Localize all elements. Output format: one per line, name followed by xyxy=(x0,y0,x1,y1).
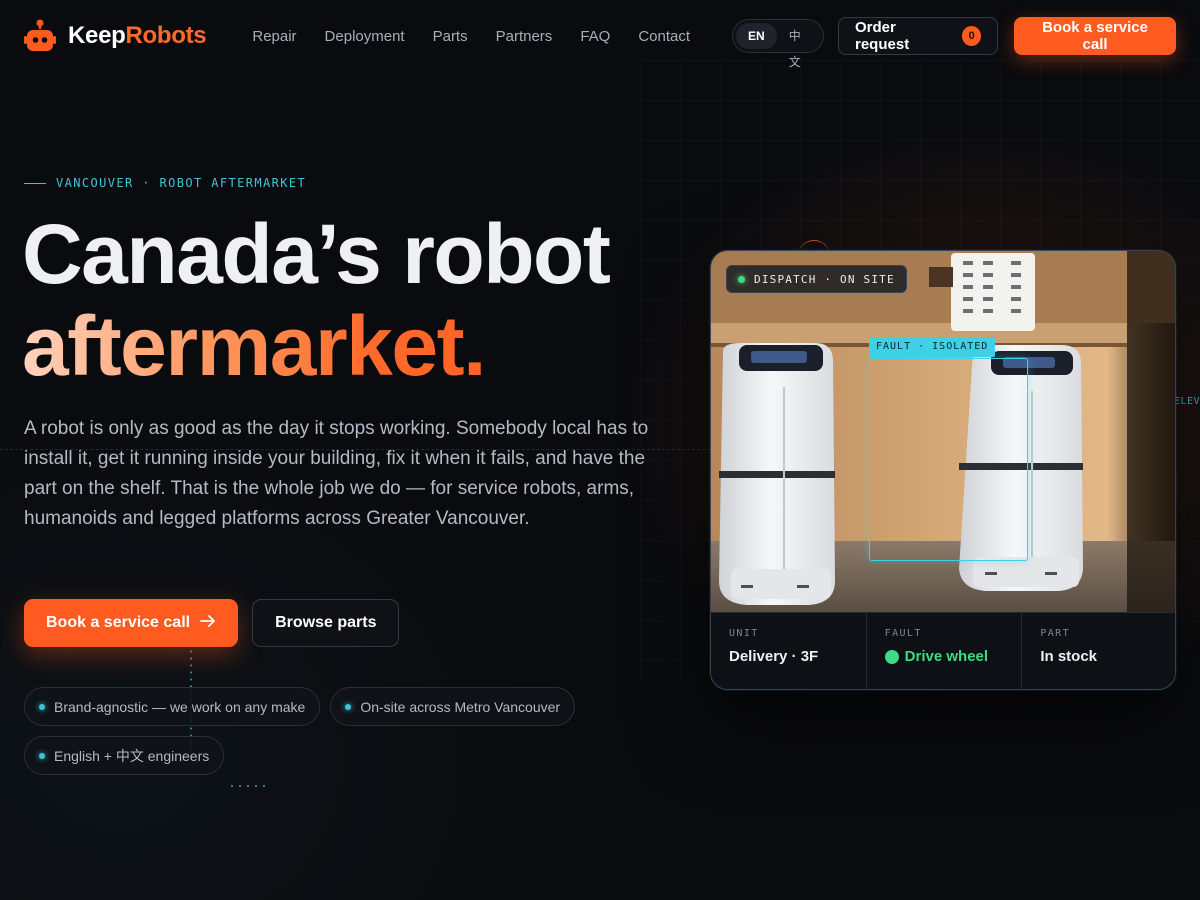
chip-dot-icon xyxy=(39,752,45,759)
robot-logo-icon xyxy=(24,19,56,53)
logo-wordmark: KeepRobots xyxy=(68,22,207,49)
chip-label: Brand-agnostic — we work on any make xyxy=(54,698,306,715)
book-service-call-button[interactable]: Book a service call xyxy=(24,599,239,647)
feature-chip: Brand-agnostic — we work on any make xyxy=(24,687,321,726)
robot-photo: DISPATCH · ON SITE FAULT · ISOLATED xyxy=(711,251,1175,612)
main-nav: Repair Deployment Parts Partners FAQ Con… xyxy=(252,28,690,45)
fault-isolated-tag: FAULT · ISOLATED xyxy=(869,337,996,357)
part-field: PART In stock xyxy=(1021,613,1175,689)
dispatch-status-badge: DISPATCH · ON SITE xyxy=(726,265,907,293)
nav-item-repair[interactable]: Repair xyxy=(252,28,296,45)
nav-item-deployment[interactable]: Deployment xyxy=(325,28,405,45)
dispatch-status-label: DISPATCH · ON SITE xyxy=(754,272,895,286)
order-request-label: Order request xyxy=(855,19,910,53)
eyebrow-text: VANCOUVER · ROBOT AFTERMARKET xyxy=(56,176,307,190)
part-value: In stock xyxy=(1040,648,1098,665)
dispatch-card: DISPATCH · ON SITE FAULT · ISOLATED UNIT… xyxy=(710,250,1176,690)
hero-eyebrow: VANCOUVER · ROBOT AFTERMARKET xyxy=(24,176,306,190)
chip-label: On-site across Metro Vancouver xyxy=(360,698,561,715)
lang-en-button[interactable]: EN xyxy=(736,23,777,49)
part-key: PART xyxy=(1040,628,1071,639)
feature-chips: Brand-agnostic — we work on any make On-… xyxy=(24,687,644,775)
fault-field: FAULT Drive wheel xyxy=(865,613,1022,689)
elevation-tag: ELEV- xyxy=(1174,396,1200,407)
nav-item-partners[interactable]: Partners xyxy=(496,28,553,45)
chip-dot-icon xyxy=(39,703,45,710)
hero-title-line1: Canada’s robot xyxy=(22,207,611,301)
fault-value-row: Drive wheel xyxy=(884,648,1004,665)
card-footer: UNIT Delivery · 3F FAULT Drive wheel PAR… xyxy=(711,612,1175,689)
fault-highlight-box xyxy=(869,358,1028,561)
fault-value: Drive wheel xyxy=(904,648,989,665)
status-ok-icon xyxy=(884,649,899,664)
unit-field: UNIT Delivery · 3F xyxy=(711,613,866,689)
lang-zh-button[interactable]: 中文 xyxy=(777,23,820,69)
site-header: KeepRobots Repair Deployment Parts Partn… xyxy=(0,0,1200,72)
fault-key: FAULT xyxy=(884,628,922,639)
order-request-button[interactable]: Order request 0 xyxy=(838,17,999,55)
nav-item-contact[interactable]: Contact xyxy=(638,28,690,45)
book-service-call-header-button[interactable]: Book a service call xyxy=(1014,17,1176,55)
hero-title: Canada’s robot aftermarket. xyxy=(22,207,611,392)
order-count-badge: 0 xyxy=(962,26,982,46)
nav-item-faq[interactable]: FAQ xyxy=(580,28,610,45)
hero-lead: A robot is only as good as the day it st… xyxy=(24,418,649,529)
status-dot-icon xyxy=(738,275,745,283)
unit-value: Delivery · 3F xyxy=(729,648,819,665)
logo[interactable]: KeepRobots xyxy=(24,19,207,53)
browse-parts-label: Browse parts xyxy=(275,614,377,631)
eyebrow-line xyxy=(24,182,46,184)
arrow-right-icon xyxy=(200,614,216,632)
hero-title-line2: aftermarket. xyxy=(22,300,609,392)
chip-dot-icon xyxy=(345,703,352,710)
hero-cta-row: Book a service call Browse parts xyxy=(24,599,400,647)
feature-chip: English + 中文 engineers xyxy=(24,736,225,775)
feature-chip: On-site across Metro Vancouver xyxy=(330,687,576,726)
browse-parts-button[interactable]: Browse parts xyxy=(252,599,400,647)
unit-key: UNIT xyxy=(729,628,759,639)
nav-item-parts[interactable]: Parts xyxy=(433,28,468,45)
chip-label: English + 中文 engineers xyxy=(54,747,210,764)
decorative-dots-horizontal xyxy=(228,784,268,788)
book-service-call-label: Book a service call xyxy=(46,614,191,631)
language-switcher: EN 中文 xyxy=(732,19,824,69)
